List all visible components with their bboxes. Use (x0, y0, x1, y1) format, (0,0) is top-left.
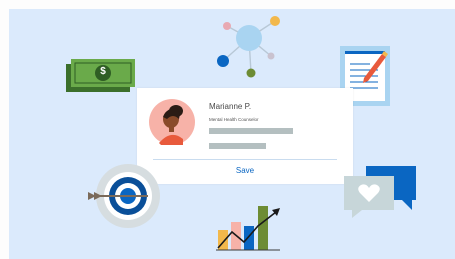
network-hub-icon (217, 16, 280, 78)
chat-heart-icon (344, 166, 416, 218)
save-button[interactable]: Save (137, 166, 353, 175)
target-icon (88, 164, 160, 228)
placeholder-line-1 (209, 128, 293, 134)
placeholder-line-2 (209, 143, 266, 149)
avatar (149, 99, 195, 145)
profile-card: Marianne P. Mental Health Counselor Save (137, 88, 353, 184)
dollar-sign: $ (100, 66, 106, 77)
illustration-canvas: $ Marianne P. Mental Health Counselor Sa… (0, 0, 455, 259)
profile-role: Mental Health Counselor (209, 117, 259, 122)
card-divider (153, 159, 337, 160)
growth-chart-icon (216, 206, 280, 251)
profile-name: Marianne P. (209, 102, 252, 111)
